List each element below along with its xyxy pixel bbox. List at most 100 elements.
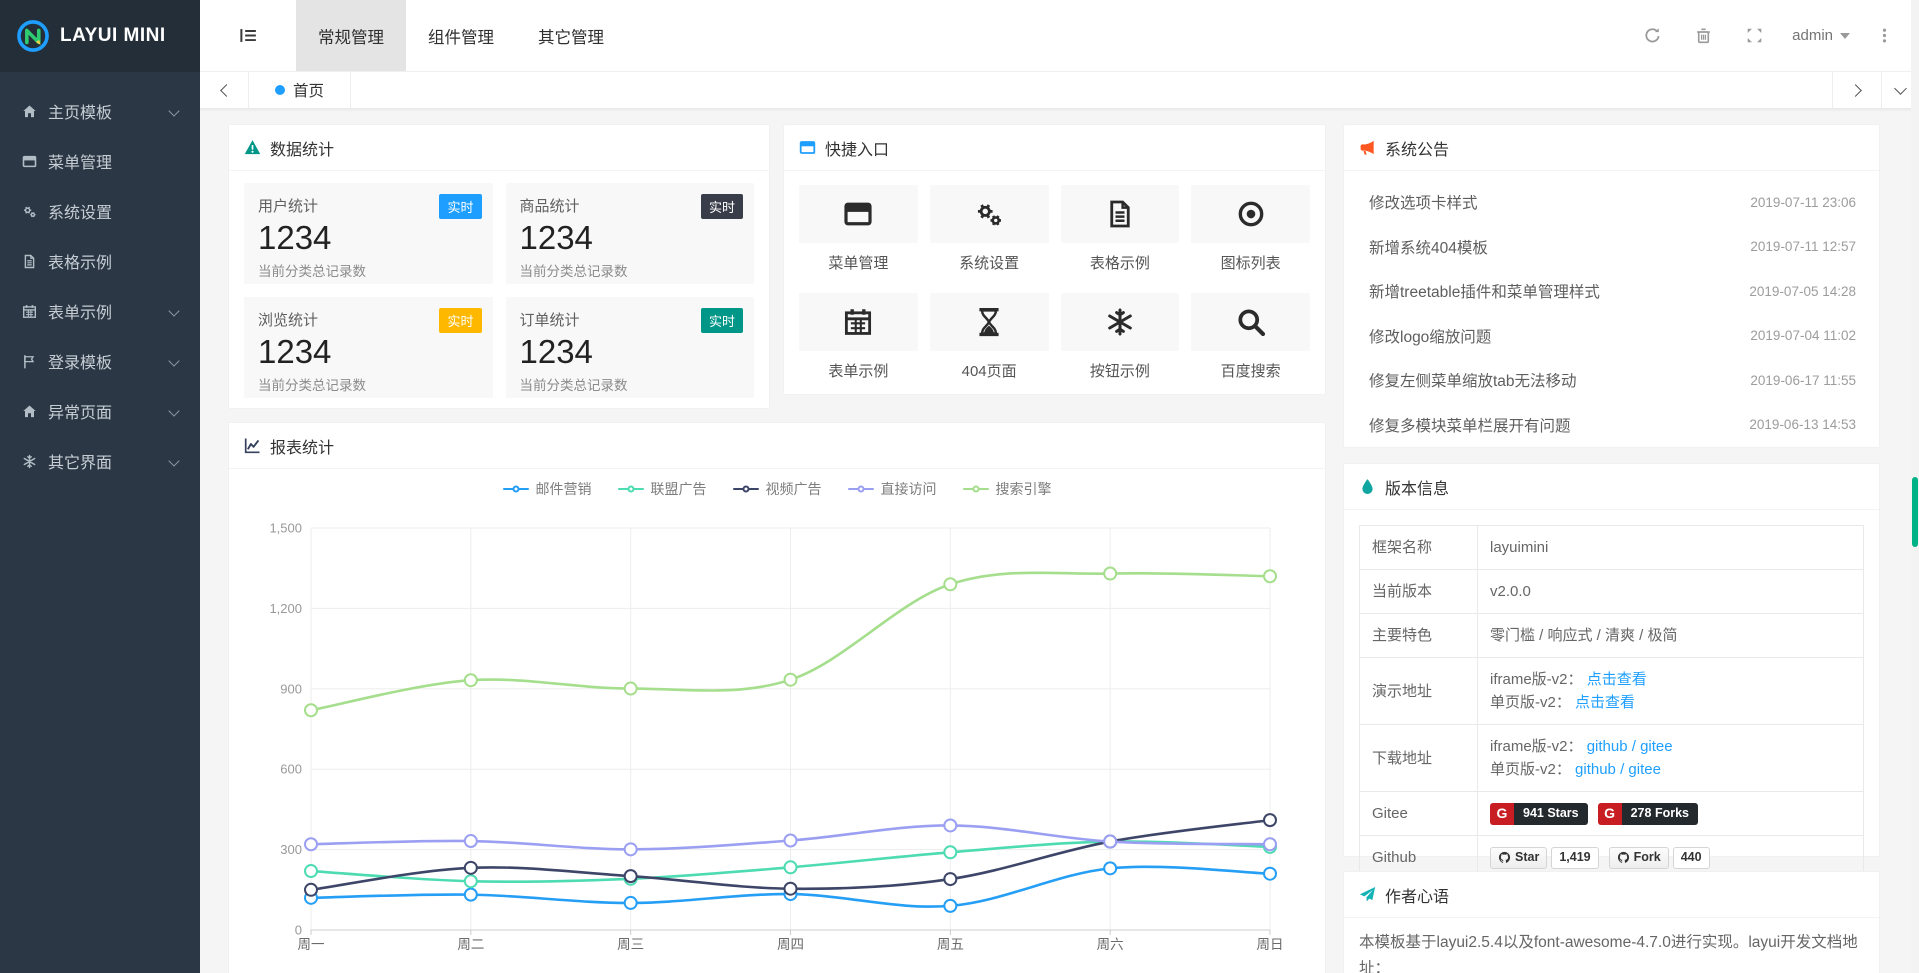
svg-text:周五: 周五 [937, 937, 964, 952]
svg-text:周四: 周四 [777, 937, 804, 952]
top-nav-tab[interactable]: 其它管理 [516, 0, 626, 71]
top-nav-tab[interactable]: 常规管理 [296, 0, 406, 71]
window-icon [799, 139, 816, 156]
quick-entry-5[interactable]: 404页面 [930, 293, 1049, 381]
quick-entry-label: 菜单管理 [799, 252, 918, 273]
quick-entry-label: 404页面 [930, 360, 1049, 381]
line-chart-icon [244, 437, 261, 454]
stats-card-title: 数据统计 [270, 136, 334, 160]
link-点击查看[interactable]: 点击查看 [1587, 671, 1647, 688]
user-menu[interactable]: admin [1780, 27, 1862, 44]
version-value-cell: iframe版-v2： 点击查看单页版-v2： 点击查看 [1478, 658, 1864, 725]
link-github[interactable]: github [1575, 761, 1616, 778]
version-label: 下载地址 [1360, 725, 1478, 792]
collapse-menu-button[interactable] [200, 0, 296, 71]
home-icon [22, 104, 37, 119]
svg-text:周一: 周一 [298, 937, 325, 952]
legend-marker [733, 488, 759, 491]
version-value: layuimini [1490, 539, 1548, 556]
announcement-row-5[interactable]: 修复多模块菜单栏展开有问题2019-06-13 14:53 [1359, 403, 1864, 448]
tab-scroll-left-button[interactable] [200, 72, 249, 108]
link-gitee[interactable]: gitee [1628, 761, 1661, 778]
gitee-logo-icon: G [1490, 803, 1514, 825]
warning-triangle-icon [244, 139, 261, 156]
trash-icon [1695, 27, 1712, 44]
sidebar-item-file-3[interactable]: 表格示例 [0, 236, 200, 286]
announcement-card: 系统公告 修改选项卡样式2019-07-11 23:06新增系统404模板201… [1343, 124, 1880, 448]
outdent-icon [239, 26, 258, 45]
legend-item-3[interactable]: 直接访问 [848, 479, 937, 499]
sidebar-item-home-0[interactable]: 主页模板 [0, 86, 200, 136]
gitee-badge[interactable]: G278 Forks [1598, 803, 1698, 825]
file-icon [1105, 199, 1135, 229]
tab-home[interactable]: 首页 [249, 72, 351, 108]
legend-item-4[interactable]: 搜索引擎 [963, 479, 1052, 499]
gitee-badge[interactable]: G941 Stars [1490, 803, 1588, 825]
announcement-row-1[interactable]: 新增系统404模板2019-07-11 12:57 [1359, 225, 1864, 270]
sidebar-item-home-6[interactable]: 异常页面 [0, 386, 200, 436]
more-options-button[interactable] [1862, 27, 1899, 44]
announce-card-title: 系统公告 [1385, 136, 1449, 160]
quick-entry-1[interactable]: 系统设置 [930, 185, 1049, 273]
tab-bar: 首页 [200, 72, 1919, 109]
line-chart-icon [244, 437, 261, 454]
quick-entry-icon-box [930, 293, 1049, 351]
github-badge[interactable]: Fork440 [1609, 847, 1710, 869]
announcement-row-0[interactable]: 修改选项卡样式2019-07-11 23:06 [1359, 180, 1864, 225]
quick-entry-4[interactable]: 表单示例 [799, 293, 918, 381]
announcement-date: 2019-07-11 12:57 [1750, 239, 1856, 254]
link-点击查看[interactable]: 点击查看 [1575, 694, 1635, 711]
stat-value: 1234 [520, 333, 741, 371]
sidebar-item-calendar-4[interactable]: 表单示例 [0, 286, 200, 336]
app-logo[interactable]: LAYUI MINI [0, 0, 200, 72]
announcement-row-3[interactable]: 修改logo缩放问题2019-07-04 11:02 [1359, 314, 1864, 359]
legend-item-0[interactable]: 邮件营销 [503, 479, 592, 499]
quick-entry-label: 表格示例 [1061, 252, 1180, 273]
announcement-row-2[interactable]: 新增treetable插件和菜单管理样式2019-07-05 14:28 [1359, 269, 1864, 314]
quick-entry-6[interactable]: 按钮示例 [1061, 293, 1180, 381]
stat-box-1: 商品统计1234当前分类总记录数实时 [506, 183, 755, 284]
top-nav-tab[interactable]: 组件管理 [406, 0, 516, 71]
page-scrollbar[interactable] [1911, 0, 1919, 973]
report-card-header: 报表统计 [229, 423, 1325, 469]
legend-marker [963, 488, 989, 491]
status-badge: 实时 [701, 194, 743, 219]
github-badge[interactable]: Star1,419 [1490, 847, 1599, 869]
quick-entry-card: 快捷入口 菜单管理系统设置表格示例图标列表表单示例404页面按钮示例百度搜索 [783, 124, 1326, 395]
quick-entry-0[interactable]: 菜单管理 [799, 185, 918, 273]
chevron-down-icon [168, 455, 179, 466]
fullscreen-button[interactable] [1729, 27, 1780, 44]
sidebar-item-window-1[interactable]: 菜单管理 [0, 136, 200, 186]
svg-text:周二: 周二 [457, 937, 484, 952]
sidebar-item-gears-2[interactable]: 系统设置 [0, 186, 200, 236]
svg-text:0: 0 [295, 923, 302, 938]
outdent-icon [239, 26, 258, 45]
clear-cache-button[interactable] [1678, 27, 1729, 44]
stats-card-header: 数据统计 [229, 125, 769, 171]
link-gitee[interactable]: gitee [1640, 738, 1673, 755]
announcement-text: 修复左侧菜单缩放tab无法移动 [1369, 369, 1577, 391]
quick-entry-3[interactable]: 图标列表 [1191, 185, 1310, 273]
status-badge: 实时 [439, 308, 481, 333]
link-github[interactable]: github [1587, 738, 1628, 755]
version-row-0: 框架名称layuimini [1360, 526, 1864, 570]
legend-item-1[interactable]: 联盟广告 [618, 479, 707, 499]
tab-scroll-right-button[interactable] [1832, 72, 1881, 108]
quick-entry-7[interactable]: 百度搜索 [1191, 293, 1310, 381]
legend-item-2[interactable]: 视频广告 [733, 479, 822, 499]
chevron-down-icon [1894, 82, 1907, 95]
warning-triangle-icon [244, 139, 261, 156]
quick-entry-2[interactable]: 表格示例 [1061, 185, 1180, 273]
file-icon [22, 254, 37, 269]
refresh-button[interactable] [1627, 27, 1678, 44]
chevron-down-icon [168, 355, 179, 366]
sidebar-item-flag-5[interactable]: 登录模板 [0, 336, 200, 386]
quick-entry-label: 按钮示例 [1061, 360, 1180, 381]
sidebar-item-asterisk-7[interactable]: 其它界面 [0, 436, 200, 486]
sidebar-item-label: 菜单管理 [48, 149, 182, 173]
tab-home-label: 首页 [293, 79, 324, 101]
sidebar-item-label: 系统设置 [48, 199, 182, 223]
version-row-1: 当前版本v2.0.0 [1360, 570, 1864, 614]
announcement-row-4[interactable]: 修复左侧菜单缩放tab无法移动2019-06-17 11:55 [1359, 358, 1864, 403]
scrollbar-thumb[interactable] [1912, 477, 1918, 547]
